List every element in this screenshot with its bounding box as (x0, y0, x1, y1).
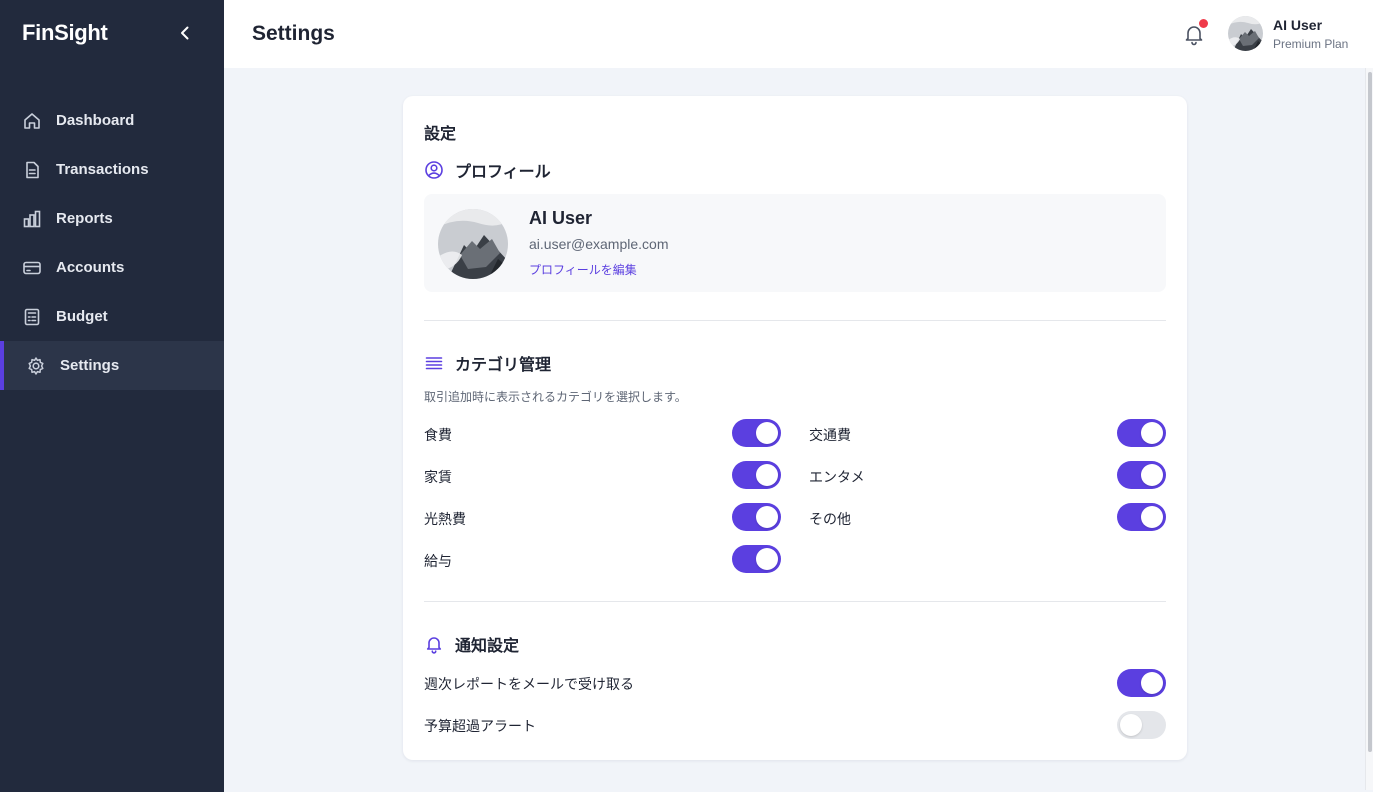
sidebar-item-label: Settings (60, 357, 120, 374)
toggle-knob (756, 548, 778, 570)
bar-chart-icon (22, 209, 42, 229)
category-section-heading: カテゴリ管理 (424, 351, 551, 375)
gear-icon (26, 356, 46, 376)
toggle-knob (1141, 464, 1163, 486)
budget-alert-toggle[interactable] (1117, 711, 1166, 739)
sidebar: FinSight Dashboard Transactions Reports (0, 0, 224, 792)
sidebar-item-settings[interactable]: Settings (0, 341, 224, 390)
sidebar-item-transactions[interactable]: Transactions (0, 145, 224, 194)
toggle-knob (756, 422, 778, 444)
toggle-knob (1141, 422, 1163, 444)
profile-avatar (438, 209, 508, 279)
sidebar-item-label: Reports (56, 210, 113, 227)
notification-dot (1199, 19, 1208, 28)
scrollbar-thumb[interactable] (1368, 72, 1372, 752)
notification-label: 週次レポートをメールで受け取る (424, 676, 634, 692)
category-toggle-food[interactable] (732, 419, 781, 447)
category-label: 家賃 (424, 469, 452, 485)
sidebar-item-reports[interactable]: Reports (0, 194, 224, 243)
credit-card-icon (22, 258, 42, 278)
sidebar-item-accounts[interactable]: Accounts (0, 243, 224, 292)
category-label: 交通費 (809, 427, 851, 443)
sidebar-item-dashboard[interactable]: Dashboard (0, 96, 224, 145)
sidebar-item-label: Transactions (56, 161, 149, 178)
toggle-knob (756, 464, 778, 486)
settings-card: 設定 プロフィール AI User ai.user@example.com プロ… (403, 96, 1187, 760)
avatar[interactable] (1228, 16, 1263, 51)
sidebar-nav: Dashboard Transactions Reports Accounts … (0, 96, 224, 390)
category-toggle-entertainment[interactable] (1117, 461, 1166, 489)
category-toggle-rent[interactable] (732, 461, 781, 489)
section-divider (424, 320, 1166, 321)
home-icon (22, 111, 42, 131)
page-title: Settings (252, 22, 335, 45)
collapse-sidebar-button[interactable] (174, 22, 196, 44)
category-heading-label: カテゴリ管理 (455, 357, 552, 374)
category-label: 光熱費 (424, 511, 466, 527)
notification-label: 予算超過アラート (424, 718, 536, 734)
edit-profile-link[interactable]: プロフィールを編集 (529, 261, 637, 278)
notification-heading-label: 通知設定 (455, 638, 520, 655)
list-icon (424, 353, 444, 373)
settings-title: 設定 (424, 126, 457, 143)
notifications-button[interactable] (1182, 19, 1208, 46)
sidebar-item-budget[interactable]: Budget (0, 292, 224, 341)
avatar-image (438, 209, 508, 279)
category-toggle-salary[interactable] (732, 545, 781, 573)
scrollbar[interactable] (1365, 68, 1373, 790)
toggle-knob (1141, 672, 1163, 694)
sidebar-item-label: Accounts (56, 259, 125, 276)
category-label: その他 (809, 511, 851, 527)
category-label: エンタメ (809, 469, 865, 485)
user-circle-icon (424, 160, 444, 180)
chevron-left-icon (181, 26, 189, 40)
top-header: Settings AI User Premium Plan (224, 0, 1373, 68)
brand-logo: FinSight (22, 20, 108, 45)
category-toggle-other[interactable] (1117, 503, 1166, 531)
notification-section-heading: 通知設定 (424, 632, 519, 656)
toggle-knob (1141, 506, 1163, 528)
toggle-knob (1120, 714, 1142, 736)
document-icon (22, 160, 42, 180)
sidebar-item-label: Budget (56, 308, 108, 325)
category-description: 取引追加時に表示されるカテゴリを選択します。 (424, 390, 687, 404)
category-toggle-utilities[interactable] (732, 503, 781, 531)
header-user-name: AI User (1273, 17, 1323, 33)
avatar-image (1228, 16, 1263, 51)
toggle-knob (756, 506, 778, 528)
profile-card: AI User ai.user@example.com プロフィールを編集 (424, 194, 1166, 292)
sidebar-item-label: Dashboard (56, 112, 135, 129)
category-label: 食費 (424, 427, 452, 443)
bell-icon (424, 634, 444, 654)
section-divider (424, 601, 1166, 602)
category-label: 給与 (424, 553, 452, 569)
profile-heading-label: プロフィール (455, 164, 551, 181)
category-toggle-transport[interactable] (1117, 419, 1166, 447)
weekly-report-toggle[interactable] (1117, 669, 1166, 697)
header-user-plan: Premium Plan (1273, 37, 1349, 51)
profile-name: AI User (529, 208, 593, 228)
profile-email: ai.user@example.com (529, 236, 669, 252)
profile-section-heading: プロフィール (424, 158, 551, 182)
calculator-icon (22, 307, 42, 327)
